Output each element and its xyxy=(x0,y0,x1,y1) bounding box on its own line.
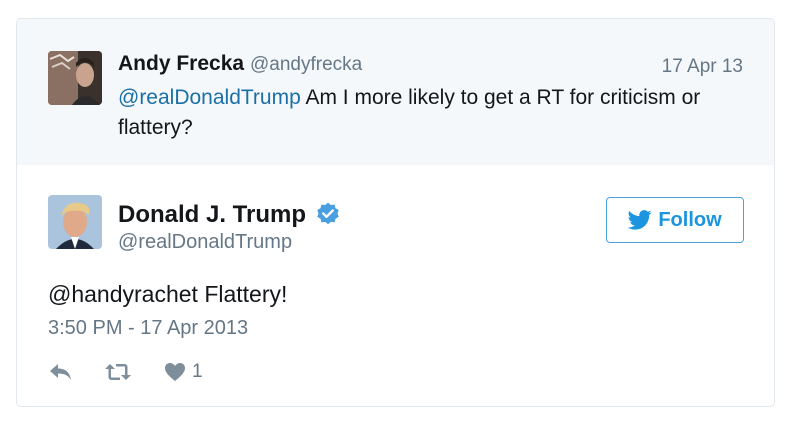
verified-badge-icon xyxy=(317,202,339,225)
main-tweet-text: @handyrachet Flattery! xyxy=(48,281,288,307)
quoted-tweet[interactable]: Andy Frecka @andyfrecka 17 Apr 13 @realD… xyxy=(17,19,774,165)
follow-button-label: Follow xyxy=(658,208,722,231)
quoted-tweet-date[interactable]: 17 Apr 13 xyxy=(662,56,743,78)
main-author-handle[interactable]: @realDonaldTrump xyxy=(118,231,292,254)
retweet-icon xyxy=(105,364,131,380)
quoted-tweet-text: @realDonaldTrump Am I more likely to get… xyxy=(118,83,738,143)
reply-icon xyxy=(50,364,71,380)
reply-button[interactable] xyxy=(48,362,74,382)
main-author-avatar[interactable] xyxy=(48,195,102,249)
tweet-actions: 1 xyxy=(48,357,203,387)
heart-icon xyxy=(165,363,185,381)
embedded-tweet-card: Andy Frecka @andyfrecka 17 Apr 13 @realD… xyxy=(16,18,775,407)
quoted-mention-link[interactable]: @realDonaldTrump xyxy=(118,86,301,109)
like-count: 1 xyxy=(192,361,203,382)
main-tweet-timestamp[interactable]: 3:50 PM - 17 Apr 2013 xyxy=(48,317,248,340)
bird-icon xyxy=(628,210,652,230)
quoted-author-avatar[interactable] xyxy=(48,51,102,105)
quoted-author-handle[interactable]: @andyfrecka xyxy=(250,54,362,76)
main-author-name[interactable]: Donald J. Trump xyxy=(118,201,306,229)
quoted-author-name[interactable]: Andy Frecka xyxy=(118,52,244,76)
like-button[interactable]: 1 xyxy=(164,361,203,383)
retweet-button[interactable] xyxy=(104,362,132,382)
follow-button[interactable]: Follow xyxy=(606,197,744,243)
